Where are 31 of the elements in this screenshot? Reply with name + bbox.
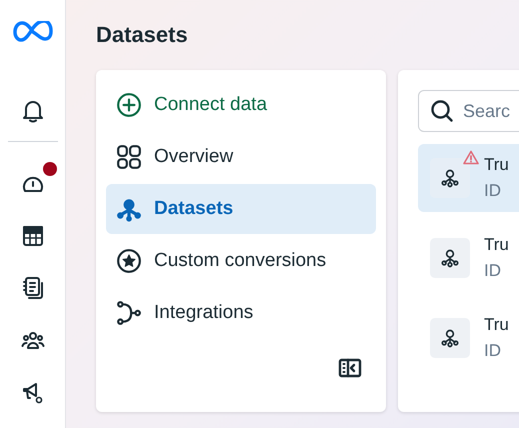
dataset-name: Tru bbox=[484, 315, 509, 335]
nav-item[interactable]: Integrations bbox=[106, 288, 376, 338]
bell-icon bbox=[20, 99, 44, 123]
collapse-panel-button[interactable] bbox=[338, 358, 362, 378]
dataset-name: Tru bbox=[484, 155, 509, 175]
documents-icon bbox=[20, 276, 44, 300]
search-icon bbox=[430, 99, 454, 123]
dataset-id: ID bbox=[484, 261, 502, 281]
dataset-item[interactable]: Tru ID bbox=[418, 144, 519, 212]
dataset-name: Tru bbox=[484, 235, 509, 255]
nav-item[interactable]: Custom conversions bbox=[106, 236, 376, 286]
plus-circle-icon bbox=[116, 92, 142, 118]
search-field[interactable]: Searc bbox=[418, 90, 519, 132]
panel-collapse-icon bbox=[338, 358, 362, 378]
page-title: Datasets bbox=[96, 21, 189, 49]
dataset-id: ID bbox=[484, 181, 502, 201]
connect-button[interactable]: Connect data bbox=[106, 80, 376, 130]
network-icon bbox=[440, 168, 460, 188]
grid-icon bbox=[116, 144, 142, 170]
nav-item[interactable]: Overview bbox=[106, 132, 376, 182]
star-circle-icon bbox=[116, 248, 142, 274]
dataset-item[interactable]: Tru ID bbox=[418, 224, 519, 292]
table-icon bbox=[20, 224, 44, 248]
connector-icon bbox=[116, 300, 142, 326]
nav-item[interactable]: Datasets bbox=[106, 184, 376, 234]
network-icon bbox=[440, 248, 460, 268]
infinity-logo-icon bbox=[12, 21, 52, 43]
megaphone-gear-icon bbox=[20, 380, 44, 404]
network-icon bbox=[440, 328, 460, 348]
dataset-item[interactable]: Tru ID bbox=[418, 304, 519, 372]
dataset-id: ID bbox=[484, 341, 502, 361]
